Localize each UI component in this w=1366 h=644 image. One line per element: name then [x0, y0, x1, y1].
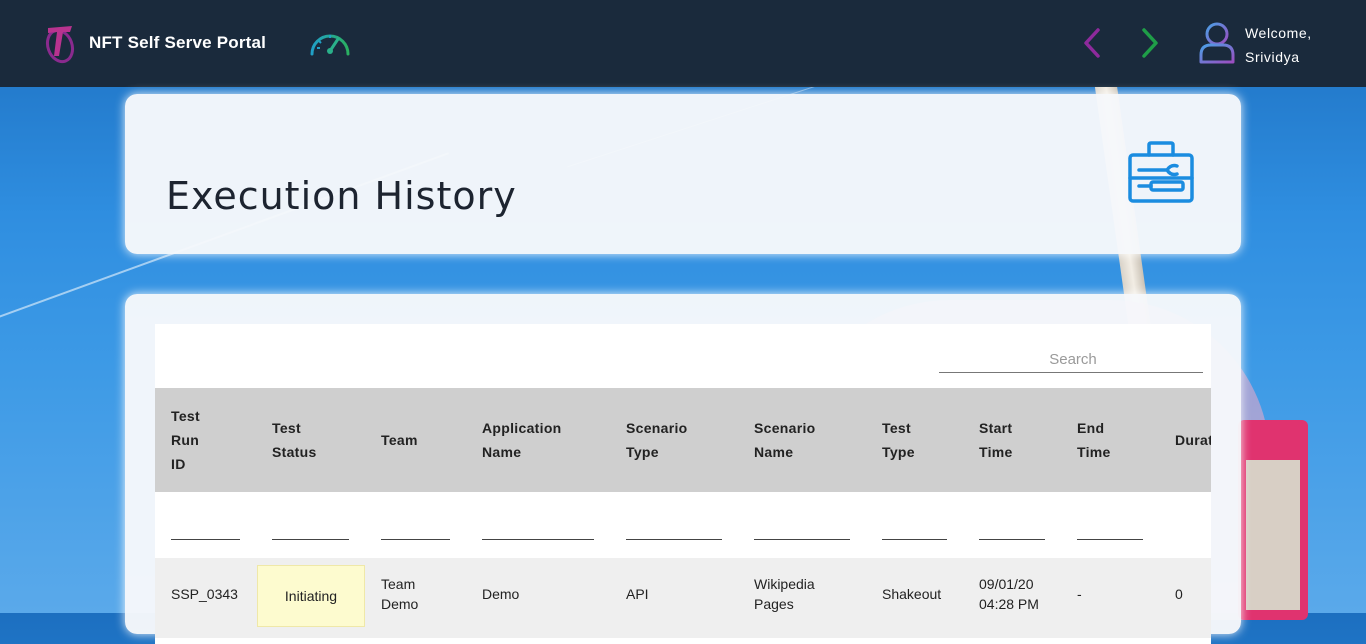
cell-text: Team	[381, 576, 416, 592]
toolbox-icon	[1128, 141, 1194, 203]
column-header-label: Type	[882, 444, 915, 460]
app-title[interactable]: NFT Self Serve Portal	[89, 33, 266, 53]
page-title-card: Execution History	[125, 94, 1241, 254]
column-header-scenario-type[interactable]: Scenario Type	[626, 388, 726, 492]
column-header-label: Application	[482, 420, 562, 436]
column-header-test-status[interactable]: Test Status	[272, 388, 362, 492]
filter-input-scenario-type[interactable]	[626, 539, 722, 540]
column-header-end-time[interactable]: End Time	[1077, 388, 1157, 492]
search-input[interactable]	[939, 346, 1207, 372]
column-header-label: Scenario	[754, 420, 816, 436]
cell-text: Wikipedia	[754, 576, 815, 592]
telstra-logo-icon[interactable]	[42, 22, 78, 64]
filter-input-test-status[interactable]	[272, 539, 349, 540]
forward-arrow-icon[interactable]	[1136, 26, 1164, 60]
column-header-test-type[interactable]: Test Type	[882, 388, 962, 492]
welcome-greeting: Welcome,	[1245, 25, 1312, 41]
column-header-label: Test	[272, 420, 301, 436]
column-header-label: Scenario	[626, 420, 688, 436]
column-header-label: Test	[171, 408, 200, 424]
column-header-label: Type	[626, 444, 659, 460]
column-header-label: End	[1077, 420, 1105, 436]
table-row[interactable]: SSP_0343 Initiating Team Demo Demo API W…	[155, 558, 1211, 638]
dashboard-gauge-icon[interactable]	[309, 27, 351, 59]
cell-test-type: Shakeout	[882, 586, 942, 602]
execution-history-table: Test Run ID Test Status Team Application…	[155, 324, 1211, 644]
filter-input-end-time[interactable]	[1077, 539, 1143, 540]
cell-scenario-name: Wikipedia Pages	[754, 558, 815, 630]
column-header-label: Time	[979, 444, 1013, 460]
cell-text: Demo	[381, 596, 419, 612]
welcome-message: Welcome, Srividya	[1245, 21, 1312, 69]
column-header-label: Test	[882, 420, 911, 436]
column-header-label: Team	[381, 432, 418, 448]
column-header-label: Durat	[1175, 432, 1211, 448]
column-filter-row	[155, 492, 1211, 558]
background-sign-panel	[1246, 460, 1300, 610]
column-header-label: Name	[754, 444, 794, 460]
search-field	[939, 346, 1207, 373]
column-header-application-name[interactable]: Application Name	[482, 388, 602, 492]
welcome-username: Srividya	[1245, 49, 1300, 65]
filter-input-test-type[interactable]	[882, 539, 947, 540]
filter-input-application-name[interactable]	[482, 539, 594, 540]
cell-text: 04:28 PM	[979, 596, 1039, 612]
filter-input-scenario-name[interactable]	[754, 539, 850, 540]
column-header-label: ID	[171, 456, 186, 472]
column-header-label: Name	[482, 444, 522, 460]
cell-end-time: -	[1077, 586, 1082, 602]
cell-team: Team Demo	[381, 558, 418, 630]
top-navigation-bar: NFT Self Serve Portal Welcome, Srividya	[0, 0, 1366, 87]
user-icon[interactable]	[1198, 21, 1236, 65]
column-header-start-time[interactable]: Start Time	[979, 388, 1059, 492]
column-header-label: Start	[979, 420, 1013, 436]
execution-history-card: Test Run ID Test Status Team Application…	[125, 294, 1241, 644]
column-header-label: Time	[1077, 444, 1111, 460]
cell-application-name: Demo	[482, 586, 520, 602]
cell-text: Pages	[754, 596, 794, 612]
cell-test-run-id[interactable]: SSP_0343	[171, 558, 238, 630]
filter-input-team[interactable]	[381, 539, 450, 540]
cell-text: 09/01/20	[979, 576, 1034, 592]
column-header-label: Run	[171, 432, 200, 448]
cell-scenario-type: API	[626, 586, 649, 602]
cell-duration: 0	[1175, 586, 1183, 602]
filter-input-test-run-id[interactable]	[171, 539, 240, 540]
page-title: Execution History	[166, 174, 517, 219]
column-header-test-run-id[interactable]: Test Run ID	[171, 388, 251, 492]
column-header-duration[interactable]: Durat	[1175, 388, 1211, 492]
column-header-label: Status	[272, 444, 317, 460]
column-header-team[interactable]: Team	[381, 388, 461, 492]
cell-start-time: 09/01/20 04:28 PM	[979, 558, 1039, 630]
column-header-scenario-name[interactable]: Scenario Name	[754, 388, 854, 492]
table-header: Test Run ID Test Status Team Application…	[155, 388, 1211, 492]
status-badge: Initiating	[257, 565, 365, 627]
back-arrow-icon[interactable]	[1078, 26, 1106, 60]
filter-input-start-time[interactable]	[979, 539, 1045, 540]
